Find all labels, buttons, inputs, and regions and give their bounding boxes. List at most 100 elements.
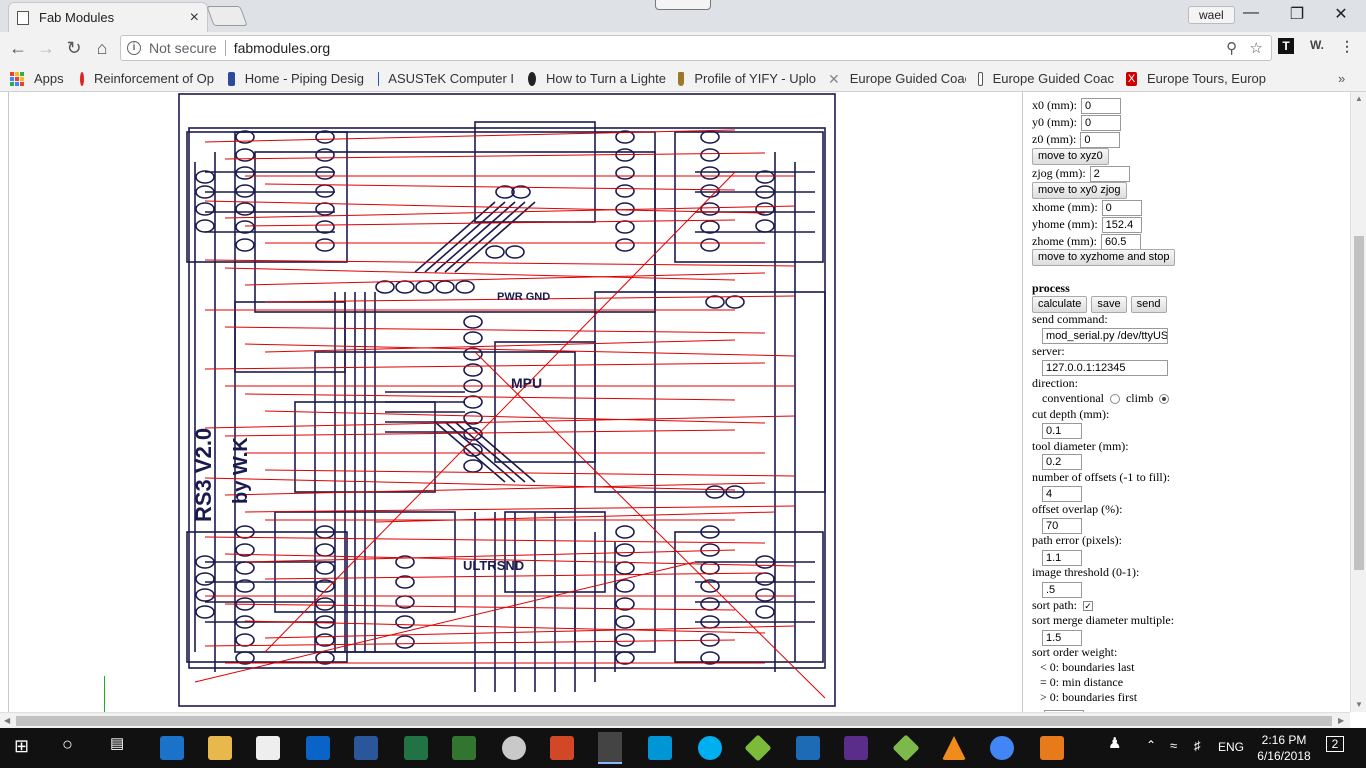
task-view-icon[interactable]: ▤ <box>110 734 124 752</box>
bookmark-item[interactable]: ASUSTeK Computer I <box>378 71 514 86</box>
close-window-icon[interactable]: ✕ <box>1318 4 1364 24</box>
tab-fab-modules[interactable]: Fab Modules × <box>8 2 208 32</box>
visio-icon[interactable] <box>844 736 868 760</box>
bookmark-item[interactable]: Europe Guided Coac <box>978 71 1114 86</box>
search-circle-icon[interactable]: ○ <box>62 734 73 755</box>
circuit-app-icon[interactable] <box>892 734 920 762</box>
e-app-icon[interactable] <box>1040 736 1064 760</box>
yhome-input[interactable]: 152.4 <box>1101 216 1142 233</box>
toolpath-segment <box>244 393 736 401</box>
new-tab-button[interactable] <box>206 6 248 26</box>
scroll-down-icon[interactable]: ▼ <box>1355 700 1363 709</box>
port-label: PWR GND <box>497 291 550 303</box>
y0-row: y0 (mm): 0 <box>1032 114 1121 131</box>
powerpoint-icon[interactable] <box>550 736 574 760</box>
sort-path-checkbox[interactable]: ✓ <box>1083 600 1093 611</box>
x-red-icon: X <box>1126 71 1137 86</box>
project-icon[interactable] <box>452 736 476 760</box>
scroll-right-icon[interactable]: ▶ <box>1338 716 1344 725</box>
more-bookmarks-icon[interactable]: » <box>1338 71 1345 86</box>
word-icon[interactable] <box>354 736 378 760</box>
windows-start-icon[interactable]: ⊞ <box>14 736 29 757</box>
people-icon[interactable]: ♟ <box>1108 734 1121 752</box>
send-command-input[interactable]: mod_serial.py /dev/ttyUSB <box>1042 327 1168 344</box>
zoom-icon[interactable]: ⚲ ☆ <box>1226 39 1263 57</box>
vlc-icon[interactable] <box>942 736 966 760</box>
threshold-input[interactable]: .5 <box>1042 581 1082 598</box>
xhome-input[interactable]: 0 <box>1101 199 1142 216</box>
outlook-icon[interactable] <box>306 736 330 760</box>
bookmark-item[interactable]: Home - Piping Desig <box>228 71 364 86</box>
minimize-icon[interactable]: — <box>1228 4 1274 22</box>
conventional-radio[interactable] <box>1109 393 1120 404</box>
scroll-up-icon[interactable]: ▲ <box>1355 94 1363 103</box>
scroll-left-icon[interactable]: ◀ <box>4 716 10 725</box>
paint-icon[interactable] <box>502 736 526 760</box>
info-icon[interactable]: i <box>127 41 141 55</box>
maximize-icon[interactable]: ❐ <box>1274 4 1320 24</box>
excel-icon[interactable] <box>404 736 428 760</box>
cut-depth-label: cut depth (mm): <box>1032 407 1110 421</box>
url-text[interactable]: fabmodules.org <box>234 40 331 56</box>
chrome-active-icon[interactable] <box>598 732 622 764</box>
language-label[interactable]: ENG <box>1218 740 1244 754</box>
scroll-thumb[interactable] <box>1354 236 1364 570</box>
tab-close-icon[interactable]: × <box>190 9 199 27</box>
chrome-icon[interactable] <box>990 736 1014 760</box>
bookmark-item[interactable]: X Europe Tours, Europ <box>1126 71 1266 86</box>
x0-input[interactable]: 0 <box>1081 97 1121 114</box>
tray-chevron-icon[interactable]: ⌃ <box>1146 738 1156 752</box>
store-icon[interactable] <box>256 736 280 760</box>
pcb-toolpath-preview[interactable]: RS3 V2.0 by W.K MPU ULTRSND PWR GND <box>175 92 845 710</box>
cut-depth-input[interactable]: 0.1 <box>1042 422 1082 439</box>
pcb-pad <box>395 615 415 629</box>
zhome-input[interactable]: 60.5 <box>1100 233 1141 250</box>
back-arrow-icon[interactable]: ← <box>6 36 30 60</box>
move-to-xyz0-button[interactable]: move to xyz0 <box>1032 148 1109 165</box>
notifications-icon[interactable]: 2 <box>1326 736 1344 752</box>
volume-icon[interactable]: ♯ <box>1194 738 1201 753</box>
square-app-icon[interactable] <box>796 736 820 760</box>
climb-radio[interactable] <box>1159 393 1170 404</box>
zjog-input[interactable]: 2 <box>1089 165 1130 182</box>
pcb-pad <box>435 280 455 294</box>
wifi-icon[interactable]: ≈ <box>1170 738 1177 753</box>
x0-row: x0 (mm): 0 <box>1032 97 1121 114</box>
security-label: Not secure <box>149 40 217 56</box>
y0-input[interactable]: 0 <box>1081 114 1121 131</box>
system-clock[interactable]: 2:16 PM 6/16/2018 <box>1250 732 1318 764</box>
server-input[interactable]: 127.0.0.1:12345 <box>1042 359 1168 376</box>
move-to-xyzhome-button[interactable]: move to xyzhome and stop <box>1032 249 1176 266</box>
bookmark-item[interactable]: ✕ Europe Guided Coach <box>828 71 966 86</box>
edge-icon[interactable] <box>160 736 184 760</box>
send-button[interactable]: send <box>1130 296 1167 313</box>
vertical-scrollbar[interactable]: ▲ ▼ <box>1350 92 1366 712</box>
extension-w-icon[interactable]: W. <box>1310 38 1324 52</box>
extension-t-icon[interactable]: T <box>1278 38 1294 54</box>
bookmark-item[interactable]: Reinforcement of Op <box>80 71 214 86</box>
move-to-xy0-zjog-button[interactable]: move to xy0 zjog <box>1032 182 1127 199</box>
bookmark-item[interactable]: How to Turn a Lighte <box>528 71 666 86</box>
climb-label: climb <box>1125 391 1154 405</box>
skype-icon[interactable] <box>698 736 722 760</box>
forward-arrow-icon[interactable]: → <box>34 36 58 60</box>
diamond-app-icon[interactable] <box>744 734 772 762</box>
horizontal-scrollbar[interactable]: ◀ ▶ <box>0 712 1350 728</box>
address-bar[interactable]: i Not secure fabmodules.org ⚲ ☆ <box>120 35 1272 61</box>
menu-kebab-icon[interactable]: ⋮ <box>1340 38 1354 55</box>
toolpath-segment <box>204 536 766 544</box>
scroll-thumb[interactable] <box>16 716 1332 726</box>
file-explorer-icon[interactable] <box>208 736 232 760</box>
bookmark-item[interactable]: Profile of YIFY - Uplo <box>678 71 816 86</box>
home-icon[interactable]: ⌂ <box>90 36 114 60</box>
tool-diameter-input[interactable]: 0.2 <box>1042 453 1082 470</box>
bookmark-apps[interactable]: Apps <box>10 71 70 86</box>
c-app-icon[interactable] <box>648 736 672 760</box>
z0-input[interactable]: 0 <box>1080 131 1121 148</box>
window-drag-handle[interactable] <box>655 0 711 10</box>
offsets-input[interactable]: 4 <box>1042 485 1082 502</box>
clock-date: 6/16/2018 <box>1257 749 1311 763</box>
bookmark-label: Europe Guided Coach <box>849 71 966 86</box>
reload-icon[interactable]: ↻ <box>62 36 86 60</box>
yify-icon <box>678 71 685 86</box>
